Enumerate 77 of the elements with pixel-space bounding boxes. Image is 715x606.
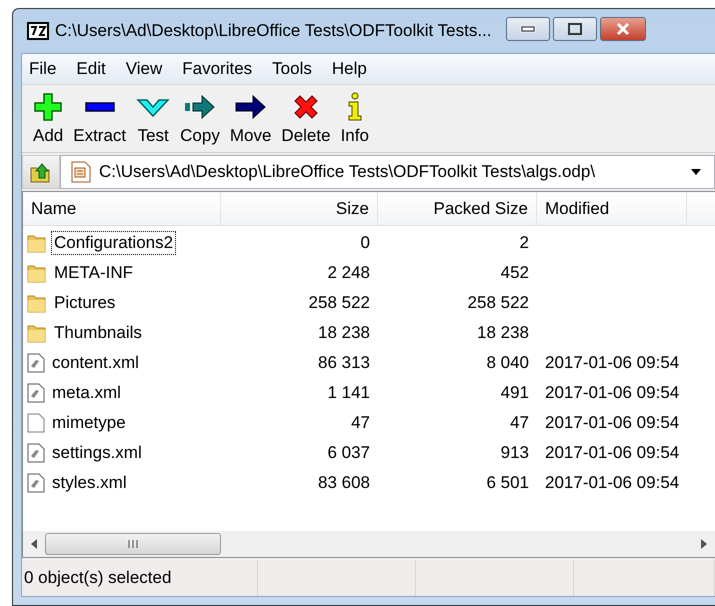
table-cell-text: 2017-01-06 09:54 <box>544 473 680 493</box>
column-header[interactable]: Modified <box>537 192 687 225</box>
file-name[interactable]: styles.xml <box>49 471 130 495</box>
address-field[interactable]: C:\Users\Ad\Desktop\LibreOffice Tests\ODFToolkit Tests\algs.odp\ <box>60 155 715 189</box>
minimize-button[interactable] <box>506 17 550 41</box>
dropdown-caret-icon[interactable] <box>690 168 702 176</box>
toolbar-button[interactable]: Info <box>336 92 374 146</box>
text-file-icon <box>27 383 45 403</box>
text-file-icon <box>27 443 45 463</box>
table-cell-text: 18 238 <box>476 323 530 343</box>
menu-item[interactable]: Edit <box>69 59 115 79</box>
table-cell-text: 6 037 <box>326 443 371 463</box>
column-header[interactable]: Size <box>221 192 378 225</box>
close-icon <box>614 22 630 36</box>
file-name[interactable]: content.xml <box>49 351 142 375</box>
table-cell-text: 491 <box>500 383 530 403</box>
toolbar-button[interactable]: Extract <box>68 92 132 146</box>
file-name[interactable]: settings.xml <box>49 441 145 465</box>
table-cell-text: 47 <box>509 413 530 433</box>
file-name[interactable]: Pictures <box>51 291 118 315</box>
file-name[interactable]: META-INF <box>51 261 136 285</box>
file-name[interactable]: mimetype <box>49 411 129 435</box>
table-cell-text: 47 <box>350 413 371 433</box>
file-name[interactable]: meta.xml <box>49 381 124 405</box>
plus-icon <box>33 92 64 122</box>
toolbar-button[interactable]: Move <box>224 92 276 146</box>
archive-logo-icon <box>27 22 49 40</box>
column-header[interactable]: Packed Size <box>378 192 537 225</box>
maximize-button[interactable] <box>552 17 596 41</box>
text-file-icon <box>27 473 45 493</box>
table-cell-text: 0 <box>360 233 371 253</box>
scrollbar-thumb[interactable] <box>45 533 221 555</box>
table-cell-text: 2017-01-06 09:54 <box>544 413 680 433</box>
menu-item[interactable]: Favorites <box>175 59 262 79</box>
table-cell-text: 6 501 <box>485 473 530 493</box>
folder-icon <box>27 323 47 343</box>
blank-file-icon <box>27 413 45 433</box>
toolbar-button[interactable]: Test <box>131 92 176 146</box>
table-cell-text: 18 238 <box>317 323 371 343</box>
window-title: C:\Users\Ad\Desktop\LibreOffice Tests\ODFToolkit Tests... <box>55 21 492 41</box>
scroll-right-icon[interactable] <box>701 539 707 549</box>
table-cell-text: 1 141 <box>326 383 371 403</box>
table-cell-text: 2017-01-06 09:54 <box>544 353 680 373</box>
table-cell-text: 8 040 <box>485 353 530 373</box>
menu-item[interactable]: Tools <box>265 59 321 79</box>
toolbar-button[interactable]: Delete <box>276 92 336 146</box>
close-button[interactable] <box>600 17 646 41</box>
table-cell-text: 2017-01-06 09:54 <box>544 383 680 403</box>
arrow-icon <box>234 92 268 122</box>
menu-item[interactable]: Help <box>324 59 376 79</box>
folder-icon <box>27 263 47 283</box>
column-header[interactable]: Name <box>23 192 221 225</box>
table-cell-text: 258 522 <box>308 293 371 313</box>
file-name[interactable]: Configurations2 <box>51 231 176 255</box>
table-cell-text: 258 522 <box>466 293 530 313</box>
minimize-icon <box>520 26 534 32</box>
file-name[interactable]: Thumbnails <box>51 321 145 345</box>
folder-icon <box>27 293 47 313</box>
up-folder-button[interactable] <box>22 155 60 189</box>
table-cell-text: 452 <box>500 263 530 283</box>
arrow-icon <box>183 92 217 122</box>
toolbar-button[interactable]: Add <box>28 92 68 146</box>
folder-icon <box>27 233 47 253</box>
menu-item[interactable]: File <box>22 59 66 79</box>
status-text: 0 object(s) selected <box>22 560 258 596</box>
scroll-left-icon[interactable] <box>31 539 37 549</box>
menu-item[interactable]: View <box>118 59 172 79</box>
table-cell-text: 83 608 <box>317 473 371 493</box>
table-cell-text: 2 248 <box>326 263 371 283</box>
table-cell-text: 913 <box>500 443 530 463</box>
toolbar-button[interactable]: Copy <box>175 92 225 146</box>
maximize-icon <box>568 23 582 35</box>
text-file-icon <box>27 353 45 373</box>
presentation-file-icon <box>71 161 91 183</box>
table-cell-text: 2 <box>518 233 530 253</box>
table-cell-text: 86 313 <box>317 353 371 373</box>
table-cell-text: 2017-01-06 09:54 <box>544 443 680 463</box>
